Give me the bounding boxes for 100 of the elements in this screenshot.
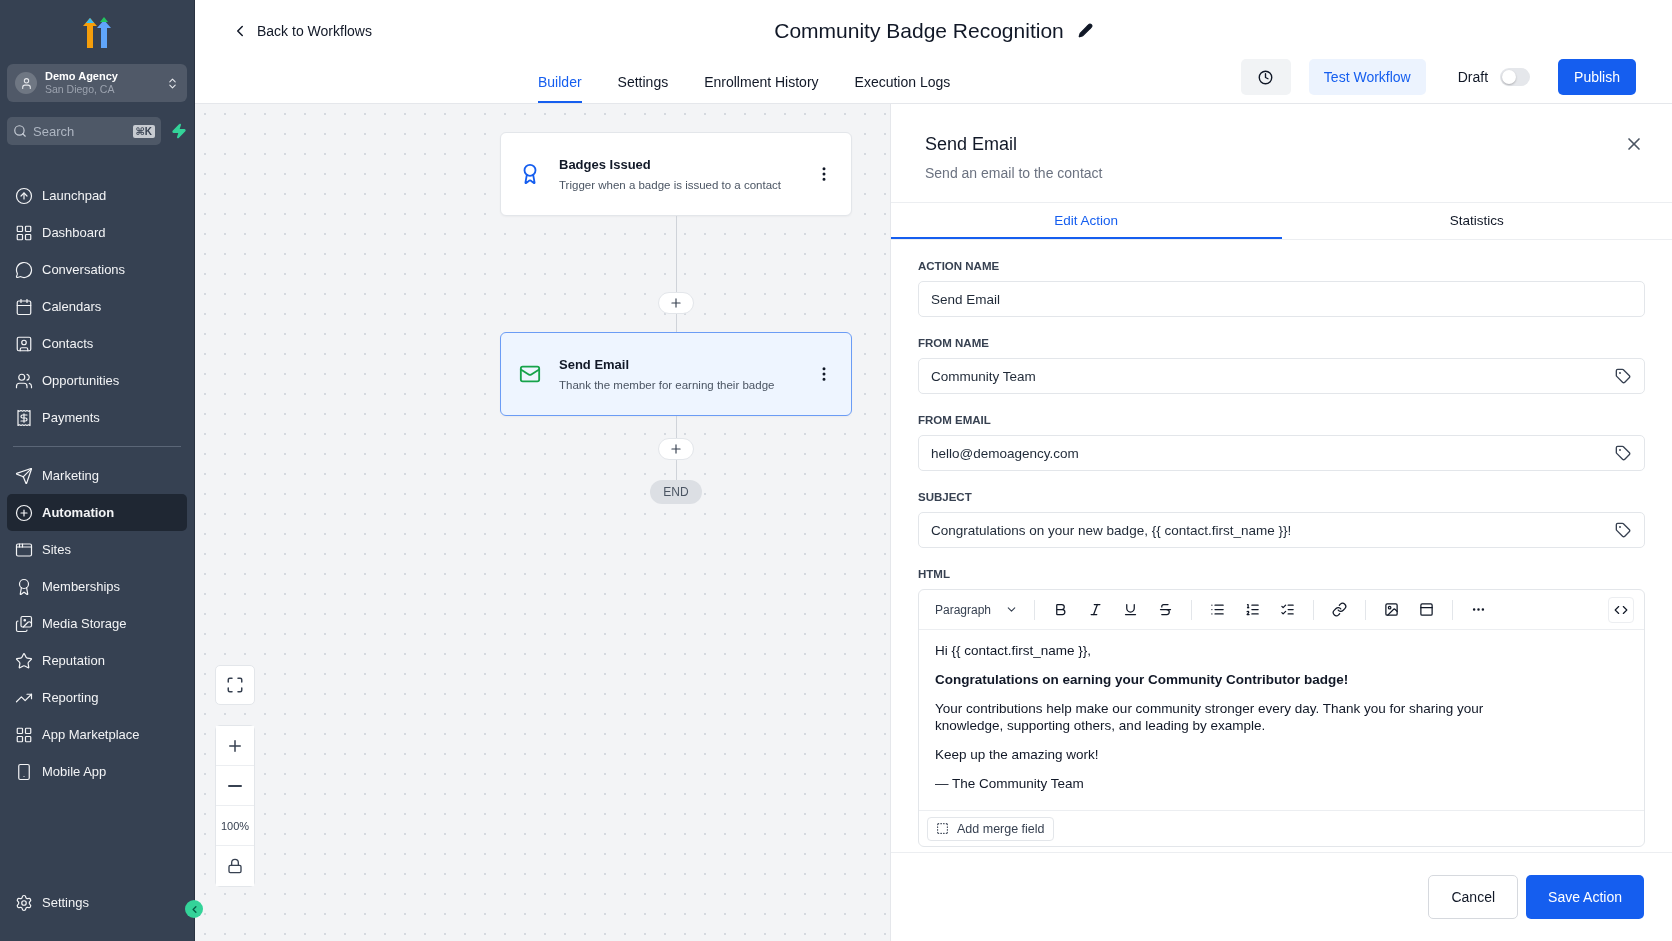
nav-item[interactable]: Media Storage [7, 605, 187, 642]
underline-icon[interactable] [1123, 602, 1139, 617]
link-icon[interactable] [1332, 602, 1348, 617]
code-view-button[interactable] [1608, 596, 1634, 623]
paragraph: — The Community Team [935, 775, 1085, 792]
field-label: FROM EMAIL [918, 414, 992, 426]
template-icon[interactable] [1419, 602, 1435, 617]
nav-item[interactable]: Automation [7, 494, 187, 531]
input-field[interactable]: Community Team [918, 358, 1645, 394]
phone-icon [15, 762, 33, 781]
paragraph: Keep up the amazing work! [935, 746, 1100, 763]
draft-toggle[interactable] [1500, 68, 1531, 87]
clock-icon [1258, 69, 1274, 85]
paper-plane-icon [15, 466, 33, 485]
nav-item[interactable]: App Marketplace [7, 716, 187, 753]
input-field[interactable]: Congratulations on your new badge, {{ contact.first_name }}! [918, 512, 1645, 548]
nav-item[interactable]: Contacts [7, 325, 187, 362]
add-step-button[interactable] [658, 438, 694, 460]
expand-icon [226, 676, 244, 694]
nav-item[interactable]: Payments [7, 399, 187, 436]
fit-view-button[interactable] [215, 665, 255, 705]
tab[interactable]: Statistics [1281, 203, 1672, 239]
nav-item[interactable]: Calendars [7, 288, 187, 325]
italic-icon[interactable] [1088, 602, 1104, 617]
tag-icon[interactable] [1615, 522, 1631, 538]
strikethrough-icon[interactable] [1158, 602, 1174, 617]
plus-icon [669, 442, 683, 456]
nav-item[interactable]: Marketing [7, 457, 187, 494]
nav-item[interactable]: Mobile App [7, 753, 187, 790]
receipt-icon [15, 408, 33, 427]
numbered-list-icon[interactable] [1245, 602, 1261, 617]
images-icon [15, 614, 33, 633]
grid-icon [15, 725, 33, 744]
tag-icon[interactable] [1615, 368, 1631, 384]
nav-item[interactable]: Reporting [7, 679, 187, 716]
add-merge-field-button[interactable]: Add merge field [927, 816, 1054, 841]
search-icon [13, 124, 27, 138]
field-label: FROM NAME [918, 337, 990, 349]
paragraph: Hi {{ contact.first_name }}, [935, 642, 1093, 659]
nav-item[interactable]: Launchpad [7, 177, 187, 214]
panel-title: Send Email [925, 134, 1019, 155]
tab[interactable]: Execution Logs [854, 61, 951, 103]
edit-icon[interactable] [1077, 23, 1093, 39]
star-icon [15, 651, 33, 670]
dashed-square-icon [936, 822, 949, 835]
chat-bubble-icon [15, 260, 33, 279]
chevrons-icon [166, 76, 179, 90]
nav-item[interactable]: Settings [7, 884, 187, 921]
settings-icon [15, 893, 33, 912]
field-label: SUBJECT [918, 491, 973, 503]
browser-window-icon [15, 540, 33, 559]
avatar [15, 72, 37, 94]
back-link[interactable]: Back to Workflows [231, 21, 372, 40]
workflow-node[interactable]: Badges Issued Trigger when a badge is issued to a contact [500, 132, 852, 216]
format-select[interactable]: Paragraph [929, 602, 1025, 617]
shortcut-key: ⌘K [132, 124, 155, 138]
account-switcher[interactable]: Demo Agency San Diego, CA [7, 64, 187, 102]
nav-item[interactable]: Conversations [7, 251, 187, 288]
search-field[interactable]: Search ⌘K [7, 117, 161, 145]
field-label: HTML [918, 568, 951, 580]
panel-subtitle: Send an email to the contact [925, 165, 1103, 181]
workflow-node[interactable]: Send Email Thank the member for earning their badge [500, 332, 852, 416]
nav-item[interactable]: Sites [7, 531, 187, 568]
save-action-button[interactable]: Save Action [1526, 875, 1644, 919]
publish-button[interactable]: Publish [1558, 59, 1636, 96]
node-description: Thank the member for earning their badge [559, 379, 776, 391]
nav-item[interactable]: Opportunities [7, 362, 187, 399]
cancel-button[interactable]: Cancel [1428, 875, 1519, 919]
paragraph: Your contributions help make our community stronger every day. Thank you for sharing your knowledge, supporting others, and leading by example. [935, 700, 1485, 734]
zoom-in-button[interactable] [216, 726, 254, 766]
tab[interactable]: Settings [617, 61, 669, 103]
lock-icon [227, 858, 243, 874]
account-location: San Diego, CA [45, 83, 116, 96]
plus-circle-icon [15, 503, 33, 522]
sidebar-toggle[interactable] [185, 900, 203, 918]
test-workflow-button[interactable]: Test Workflow [1308, 59, 1426, 96]
nav-item[interactable]: Reputation [7, 642, 187, 679]
input-field[interactable]: Send Email [918, 281, 1645, 317]
launch-icon [15, 186, 33, 205]
draft-label: Draft [1457, 69, 1489, 86]
workflow-title: Community Badge Recognition [774, 18, 1064, 43]
search-placeholder: Search [33, 123, 76, 139]
image-icon[interactable] [1384, 602, 1400, 617]
nav-item[interactable]: Memberships [7, 568, 187, 605]
grid-icon [15, 223, 33, 242]
lightning-icon[interactable] [171, 123, 187, 139]
add-step-button[interactable] [658, 292, 694, 314]
minus-icon [228, 784, 242, 787]
input-field[interactable]: hello@demoagency.com [918, 435, 1645, 471]
nav-item[interactable]: Dashboard [7, 214, 187, 251]
field-label: ACTION NAME [918, 260, 1001, 272]
tab[interactable]: Edit Action [891, 203, 1282, 239]
tag-icon[interactable] [1615, 445, 1631, 461]
history-button[interactable] [1240, 59, 1291, 96]
bullet-list-icon[interactable] [1210, 602, 1226, 617]
checklist-icon[interactable] [1280, 602, 1296, 617]
node-title: Send Email [559, 357, 631, 372]
tab[interactable]: Enrollment History [704, 61, 819, 103]
plus-icon [669, 296, 683, 310]
node-description: Trigger when a badge is issued to a contact [559, 179, 783, 191]
